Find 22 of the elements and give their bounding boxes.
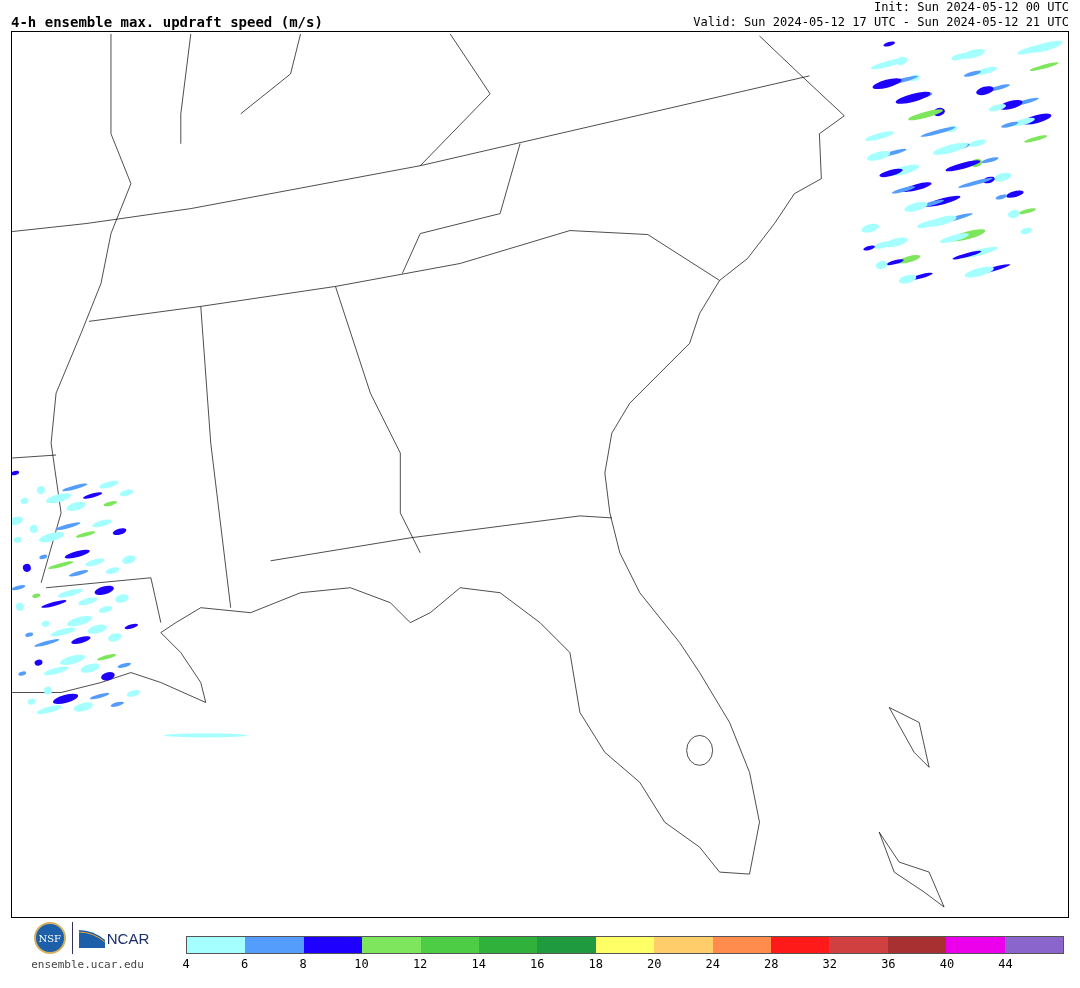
scale-label: 18	[588, 957, 603, 971]
ncar-logo-text: NCAR	[106, 929, 150, 947]
ncar-logo-icon	[78, 928, 105, 948]
scale-label: 12	[412, 957, 428, 971]
chart-title: 4-h ensemble max. updraft speed (m/s)	[11, 14, 323, 30]
scale-label: 14	[471, 957, 486, 971]
valid-time: Valid: Sun 2024-05-12 17 UTC - Sun 2024-05-12 21 UTC	[693, 15, 1069, 30]
scale-label: 20	[647, 957, 662, 971]
scale-label: 8	[299, 957, 307, 971]
site-url: ensemble.ucar.edu	[31, 958, 144, 971]
scale-label: 36	[881, 957, 896, 971]
scale-label: 44	[998, 957, 1013, 971]
scale-label: 40	[939, 957, 955, 971]
scale-label: 24	[705, 957, 720, 971]
scale-label: 28	[764, 957, 779, 971]
scale-label: 10	[354, 957, 369, 971]
scale-label: 6	[240, 957, 249, 971]
scale-label: 16	[529, 957, 545, 971]
nsf-logo: NSF	[33, 922, 66, 954]
scale-label: 4	[182, 957, 190, 971]
scale-label: 32	[822, 957, 838, 971]
init-time: Init: Sun 2024-05-12 00 UTC	[872, 0, 1069, 15]
